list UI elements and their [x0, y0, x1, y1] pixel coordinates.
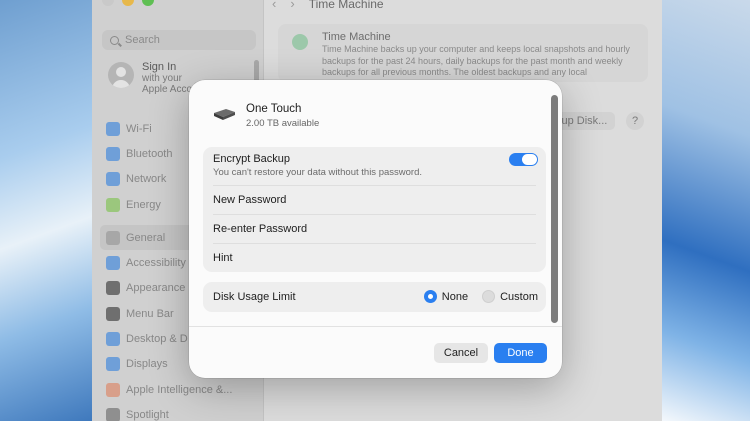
accessibility-icon: [106, 256, 120, 271]
radio-custom-label: Custom: [500, 290, 538, 303]
time-machine-description: Time Machine backs up your computer and …: [322, 44, 630, 77]
sidebar-item-apple-intelligence[interactable]: Apple Intelligence &...: [106, 377, 256, 402]
close-window-button[interactable]: [102, 0, 114, 6]
display-icon: [106, 357, 120, 372]
disk-usage-options: None Custom: [423, 290, 538, 303]
hint-field[interactable]: Hint: [213, 243, 536, 272]
gear-icon: [106, 230, 120, 245]
window-title: Time Machine: [308, 0, 384, 11]
drive-available: 2.00 TB available: [246, 118, 320, 129]
disk-usage-group: Disk Usage Limit None Custom: [203, 282, 546, 312]
desktop-wallpaper-left: [0, 0, 92, 421]
radio-custom[interactable]: Custom: [482, 290, 538, 303]
window-controls: [102, 0, 154, 6]
sidebar-item-spotlight[interactable]: Spotlight: [106, 402, 256, 421]
menu-bar-icon: [106, 306, 120, 321]
time-machine-title: Time Machine: [322, 31, 391, 43]
radio-unselected-icon: [482, 290, 496, 303]
cancel-button[interactable]: Cancel: [434, 343, 488, 363]
sign-in-line1: with your: [142, 73, 183, 84]
energy-icon: [106, 197, 120, 212]
sign-in-item[interactable]: Sign In with your Apple Acco: [108, 62, 192, 95]
encrypt-backup-toggle[interactable]: [509, 153, 538, 166]
bluetooth-icon: [106, 146, 120, 161]
search-input[interactable]: Search: [102, 30, 256, 50]
network-icon: [106, 172, 120, 187]
reenter-password-field[interactable]: Re-enter Password: [213, 214, 536, 243]
new-password-field[interactable]: New Password: [213, 185, 536, 214]
back-button[interactable]: ‹: [272, 0, 276, 11]
footer-divider: [189, 326, 562, 327]
encrypt-backup-subtitle: You can't restore your data without this…: [213, 167, 422, 178]
radio-selected-icon: [423, 290, 437, 303]
encrypt-backup-dialog: One Touch 2.00 TB available Encrypt Back…: [189, 80, 562, 378]
sign-in-title: Sign In: [142, 61, 177, 73]
drive-name: One Touch: [246, 103, 302, 115]
minimize-window-button[interactable]: [122, 0, 134, 6]
spotlight-icon: [106, 407, 120, 421]
time-machine-card: Time Machine Time Machine backs up your …: [278, 24, 648, 82]
encryption-settings-group: Encrypt Backup You can't restore your da…: [203, 147, 546, 272]
apple-intelligence-icon: [106, 382, 120, 397]
appearance-icon: [106, 281, 120, 296]
search-placeholder: Search: [125, 34, 160, 46]
zoom-window-button[interactable]: [142, 0, 154, 6]
wifi-icon: [106, 121, 120, 136]
search-icon: [110, 35, 119, 45]
dialog-scrollbar[interactable]: [551, 95, 558, 323]
avatar: [108, 62, 134, 88]
radio-none-label: None: [441, 290, 469, 303]
forward-button[interactable]: ›: [290, 0, 294, 11]
desktop-icon: [106, 332, 120, 347]
sign-in-line2: Apple Acco: [142, 84, 193, 95]
toolbar: ‹ › Time Machine: [272, 0, 384, 11]
desktop-wallpaper-right: [662, 0, 750, 421]
help-button[interactable]: ?: [626, 112, 644, 130]
encrypt-backup-title: Encrypt Backup: [213, 153, 291, 165]
radio-none[interactable]: None: [423, 290, 469, 303]
done-button[interactable]: Done: [494, 343, 547, 363]
time-machine-icon: [292, 34, 308, 50]
external-drive-icon: [214, 109, 235, 120]
